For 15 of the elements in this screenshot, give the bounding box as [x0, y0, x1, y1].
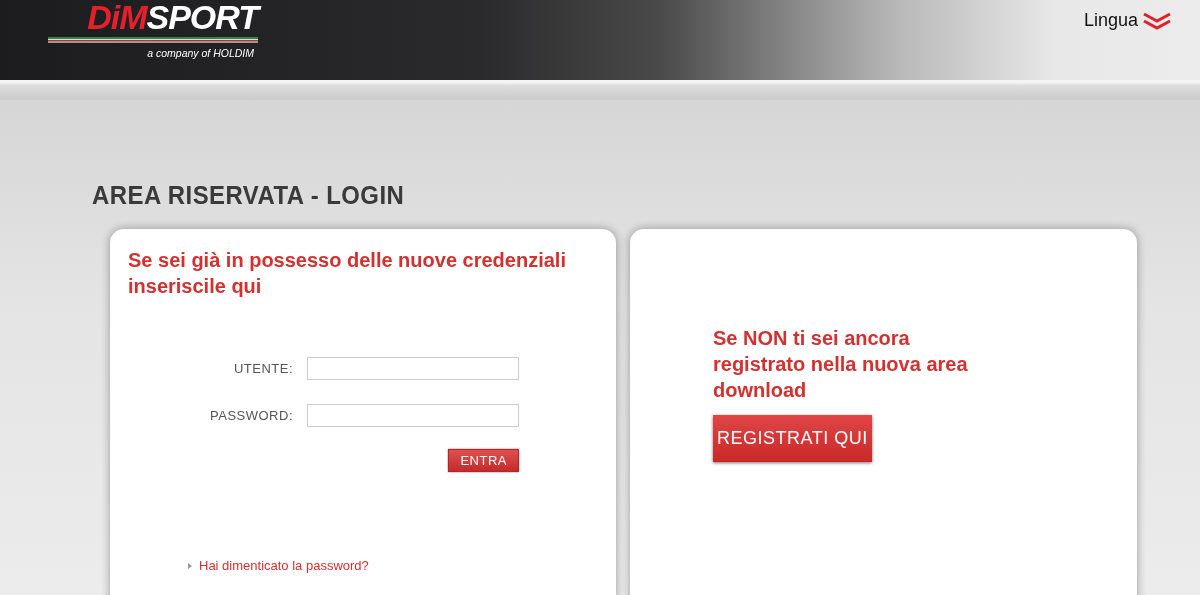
- login-button[interactable]: ENTRA: [448, 449, 519, 472]
- logo-stripe-icon: [48, 37, 258, 43]
- forgot-password-link[interactable]: Hai dimenticato la password?: [199, 558, 369, 573]
- input-field[interactable]: [307, 404, 519, 427]
- register-button[interactable]: REGISTRATI QUI: [713, 415, 872, 462]
- double-chevron-icon: [1142, 11, 1172, 30]
- language-menu[interactable]: Lingua: [1083, 10, 1172, 31]
- field-label: PASSWORD:: [209, 408, 293, 423]
- login-heading: Se sei già in possesso delle nuove credenziali inseriscile qui: [128, 248, 567, 299]
- field-label: UTENTE:: [232, 361, 293, 376]
- bullet-icon: [188, 562, 192, 569]
- input-field[interactable]: [307, 357, 519, 380]
- logo-tagline: a company of HOLDIM: [147, 47, 254, 59]
- register-heading: Se NON ti sei ancora registrato nella nuova area download: [713, 326, 969, 403]
- page-title: AREA RISERVATA - LOGIN: [92, 180, 405, 211]
